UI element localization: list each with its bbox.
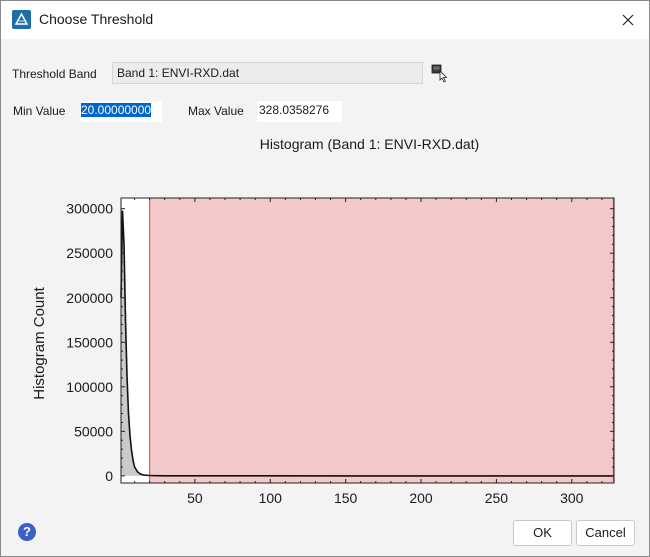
title-bar: Choose Threshold — [1, 1, 649, 39]
y-tick-label: 200000 — [66, 290, 113, 306]
x-tick-label: 100 — [259, 490, 283, 506]
max-value-input[interactable]: 328.0358276 — [257, 101, 342, 122]
select-band-icon — [431, 64, 448, 83]
envi-icon — [12, 10, 31, 29]
band-picker-button[interactable] — [431, 63, 449, 83]
y-tick-label: 150000 — [66, 334, 113, 350]
x-tick-label: 50 — [187, 490, 203, 506]
y-tick-label: 100000 — [66, 379, 113, 395]
x-tick-label: 200 — [409, 490, 433, 506]
y-tick-label: 0 — [105, 468, 113, 484]
min-value-label: Min Value — [13, 104, 66, 118]
close-icon — [622, 14, 634, 26]
threshold-band-field[interactable]: Band 1: ENVI-RXD.dat — [112, 62, 423, 84]
y-axis-label: Histogram Count — [31, 286, 48, 399]
x-tick-label: 300 — [560, 490, 584, 506]
threshold-band-label: Threshold Band — [12, 67, 97, 81]
x-tick-label: 150 — [334, 490, 358, 506]
choose-threshold-dialog: Choose Threshold Threshold Band Band 1: … — [0, 0, 650, 557]
help-icon[interactable]: ? — [18, 523, 36, 541]
histogram-chart: Histogram (Band 1: ENVI-RXD.dat) 50 100 150… — [31, 136, 615, 506]
y-tick-label: 50000 — [74, 423, 113, 439]
y-tick-label: 300000 — [66, 201, 113, 217]
threshold-region — [149, 198, 614, 483]
y-tick-label: 250000 — [66, 245, 113, 261]
ok-button[interactable]: OK — [513, 520, 572, 546]
close-button[interactable] — [609, 5, 647, 35]
chart-title: Histogram (Band 1: ENVI-RXD.dat) — [260, 136, 479, 152]
window-title: Choose Threshold — [39, 11, 154, 27]
min-value-input[interactable]: 20.00000000 — [80, 101, 162, 122]
x-tick-label: 250 — [485, 490, 509, 506]
cancel-button[interactable]: Cancel — [576, 520, 635, 546]
min-value-text: 20.00000000 — [81, 103, 152, 117]
max-value-label: Max Value — [188, 104, 244, 118]
dialog-content: Threshold Band Band 1: ENVI-RXD.dat Min … — [1, 39, 649, 556]
